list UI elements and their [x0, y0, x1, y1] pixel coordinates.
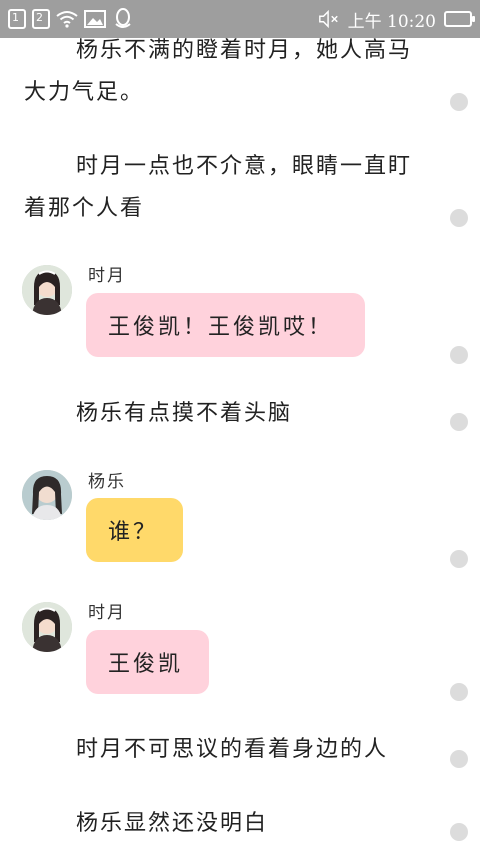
story-paragraph: 时月不可思议的看着身边的人 [76, 737, 389, 762]
mute-icon [318, 8, 340, 30]
avatar[interactable] [22, 470, 72, 520]
chat-bubble: 谁？ [86, 498, 183, 562]
story-paragraph: 杨乐有点摸不着头脑 [76, 401, 293, 426]
status-bar-system: 上午 10:20 [318, 7, 475, 32]
status-bar-notifications: 1 2 [8, 8, 134, 30]
speaker-name: 时月 [88, 266, 126, 286]
qq-icon [112, 8, 134, 30]
comment-dot-icon[interactable] [450, 750, 468, 768]
avatar[interactable] [22, 602, 72, 652]
speaker-name: 杨乐 [88, 472, 126, 492]
image-notification-icon [84, 8, 106, 30]
comment-dot-icon[interactable] [450, 550, 468, 568]
comment-dot-icon[interactable] [450, 93, 468, 111]
speaker-name: 时月 [88, 603, 126, 623]
sim-card-1-icon: 1 [8, 9, 26, 29]
story-paragraph: 杨乐不满的瞪着时月，她人高马大力气足。 [24, 38, 413, 105]
comment-dot-icon[interactable] [450, 346, 468, 364]
battery-icon [444, 11, 475, 27]
chat-bubble: 王俊凯 [86, 630, 209, 694]
story-paragraph: 时月一点也不介意，眼睛一直盯着那个人看 [24, 154, 413, 221]
sim-card-2-icon: 2 [32, 9, 50, 29]
story-paragraph: 杨乐显然还没明白 [76, 811, 269, 836]
avatar[interactable] [22, 265, 72, 315]
wifi-icon [56, 8, 78, 30]
comment-dot-icon[interactable] [450, 413, 468, 431]
comment-dot-icon[interactable] [450, 823, 468, 841]
comment-dot-icon[interactable] [450, 209, 468, 227]
clock: 上午 10:20 [347, 11, 436, 32]
comment-dot-icon[interactable] [450, 683, 468, 701]
chat-bubble: 王俊凯！王俊凯哎！ [86, 293, 365, 357]
